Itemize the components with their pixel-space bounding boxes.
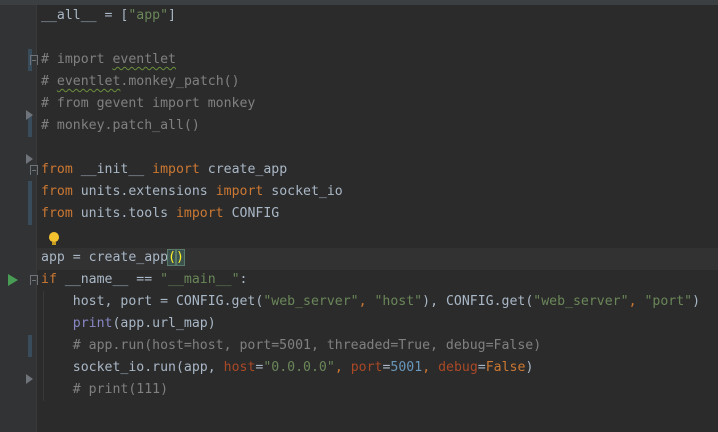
code-line[interactable]: host, port = CONFIG.get("web_server", "h… [41, 291, 718, 313]
code-token: , [334, 360, 351, 375]
code-token: ) [175, 249, 185, 266]
code-line[interactable]: from __init__ import create_app [41, 159, 718, 181]
code-token: "__main__" [160, 272, 240, 287]
code-line[interactable]: __all__ = ["app"] [41, 5, 718, 27]
code-token: = [ [96, 8, 129, 23]
code-token: host, port = CONFIG.get( [41, 294, 264, 309]
code-line[interactable]: # monkey.patch_all() [41, 115, 718, 137]
code-token: # [41, 74, 57, 89]
code-line[interactable]: # from gevent import monkey [41, 93, 718, 115]
code-line[interactable]: print(app.url_map) [41, 313, 718, 335]
code-token: : [239, 272, 248, 287]
code-token: False [485, 360, 526, 375]
code-token: eventlet [112, 52, 176, 67]
code-token: eventlet [56, 74, 121, 89]
gutter-separator [36, 5, 37, 432]
code-token: import [152, 162, 200, 177]
fold-icon[interactable] [26, 154, 33, 164]
code-token: "host" [374, 294, 423, 309]
code-line[interactable]: if __name__ == "__main__": [41, 269, 718, 291]
code-line[interactable]: socket_io.run(app, host="0.0.0.0", port=… [41, 357, 718, 379]
code-token: __name__ == [56, 272, 161, 287]
code-token: from [41, 184, 73, 199]
code-token: from [41, 206, 73, 221]
code-token: # from gevent import monkey [41, 96, 256, 111]
code-token: "web_server" [533, 294, 629, 309]
fold-icon[interactable] [30, 55, 38, 65]
code-token: 5001 [390, 360, 423, 375]
code-line[interactable]: # print(111) [41, 379, 718, 401]
code-token: socket_io [263, 184, 343, 199]
code-token: port [350, 360, 383, 375]
code-line[interactable]: # app.run(host=host, port=5001, threaded… [41, 335, 718, 357]
code-token: import [175, 206, 224, 221]
code-token: create_app [199, 162, 288, 177]
code-token: "0.0.0.0" [263, 360, 335, 375]
code-editor[interactable]: __all__ = ["app"]​# import eventlet# eve… [41, 5, 718, 401]
code-token: = [477, 360, 486, 375]
code-token: # app.run(host=host, port=5001, threaded… [41, 338, 542, 353]
code-token: ) [692, 294, 701, 309]
code-token: from [41, 162, 73, 177]
code-token: # print(111) [41, 382, 169, 397]
code-token: .monkey_patch() [120, 74, 240, 89]
code-token: # import [41, 52, 113, 67]
code-line[interactable]: from units.extensions import socket_io [41, 181, 718, 203]
code-token: socket_io.run(app, [41, 360, 224, 375]
vcs-change-marker[interactable] [28, 181, 32, 225]
run-icon[interactable] [8, 274, 18, 286]
vcs-change-marker[interactable] [28, 335, 32, 357]
fold-icon[interactable] [30, 275, 38, 285]
code-token: "port" [644, 294, 693, 309]
code-token: __init__ [72, 162, 153, 177]
fold-icon[interactable] [26, 374, 33, 384]
code-token: __all__ [41, 8, 97, 23]
code-line[interactable]: # eventlet.monkey_patch() [41, 71, 718, 93]
code-token: ) [525, 360, 534, 375]
code-token: units.tools [72, 206, 176, 221]
code-token: units.extensions [72, 184, 216, 199]
code-token: print [72, 316, 113, 331]
fold-icon[interactable] [30, 165, 38, 175]
code-line[interactable]: ​ [41, 225, 718, 247]
code-token: ( [167, 249, 177, 266]
code-token: host [223, 360, 256, 375]
code-token: app = create_app [41, 250, 169, 265]
code-line[interactable]: from units.tools import CONFIG [41, 203, 718, 225]
code-token: "app" [128, 8, 169, 23]
code-token: , [628, 294, 645, 309]
code-token: ] [168, 8, 176, 23]
code-token: , [358, 294, 375, 309]
code-line[interactable]: ​ [41, 27, 718, 49]
code-token: , [422, 360, 439, 375]
code-token: ), CONFIG.get( [422, 294, 534, 309]
code-token: CONFIG [223, 206, 280, 221]
code-line[interactable]: # import eventlet [41, 49, 718, 71]
code-token: debug [438, 360, 478, 375]
fold-icon[interactable] [26, 110, 33, 120]
code-line[interactable]: app = create_app() [41, 247, 718, 269]
code-token: "web_server" [263, 294, 359, 309]
code-token: # monkey.patch_all() [41, 118, 200, 133]
code-line[interactable]: ​ [41, 137, 718, 159]
code-token: import [215, 184, 264, 199]
code-token: if [41, 272, 57, 287]
code-token: (app.url_map) [112, 316, 216, 331]
